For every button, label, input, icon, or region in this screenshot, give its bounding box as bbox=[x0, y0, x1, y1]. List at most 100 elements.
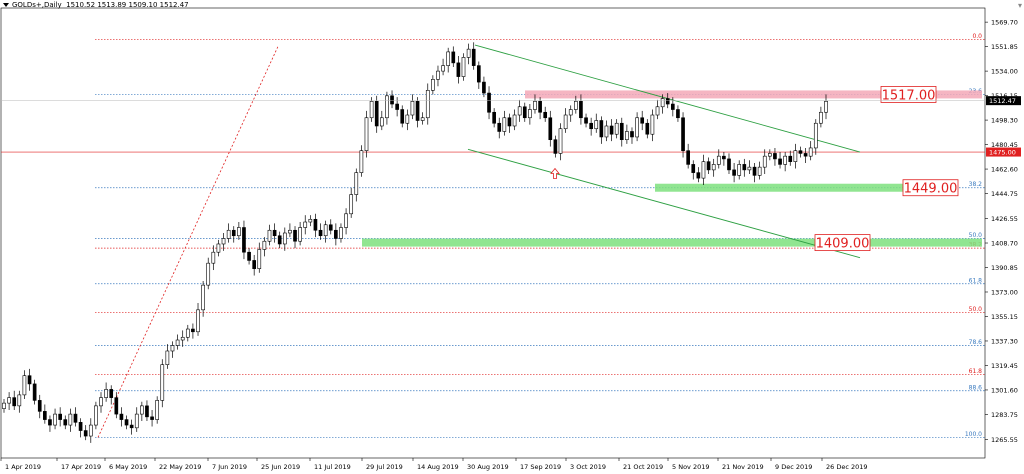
x-tick-label: 21 Oct 2019 bbox=[623, 463, 663, 471]
bearish-candle bbox=[63, 419, 68, 426]
bullish-candle bbox=[594, 120, 599, 130]
bearish-candle bbox=[482, 81, 486, 94]
bullish-candle bbox=[262, 240, 267, 250]
fib-level-label: 0.0 bbox=[972, 33, 982, 40]
bullish-candle bbox=[405, 114, 410, 124]
bullish-candle bbox=[420, 117, 425, 121]
bullish-candle bbox=[793, 150, 798, 162]
y-tick-label: 1462.60 bbox=[991, 166, 1018, 174]
bullish-candle bbox=[221, 238, 226, 245]
bearish-candle bbox=[803, 153, 808, 157]
bearish-candle bbox=[83, 430, 88, 437]
bearish-candle bbox=[32, 383, 37, 401]
bearish-candle bbox=[579, 100, 583, 119]
bullish-candle bbox=[2, 402, 6, 409]
bullish-candle bbox=[819, 111, 823, 124]
bullish-candle bbox=[339, 227, 343, 239]
x-tick-label: 29 Jul 2019 bbox=[366, 463, 403, 471]
bullish-candle bbox=[512, 114, 517, 127]
bearish-candle bbox=[374, 100, 379, 127]
bullish-candle bbox=[180, 336, 185, 341]
bullish-candle bbox=[813, 122, 818, 149]
x-tick-label: 14 Aug 2019 bbox=[417, 463, 459, 471]
price-chart[interactable]: 1569.701551.851534.001516.151498.301480.… bbox=[0, 0, 1024, 474]
bullish-candle bbox=[635, 117, 639, 138]
bullish-candle bbox=[134, 413, 139, 429]
bearish-candle bbox=[492, 111, 496, 124]
bullish-candle bbox=[768, 153, 772, 157]
bullish-candle bbox=[716, 155, 721, 165]
y-tick-label: 1337.30 bbox=[991, 337, 1018, 345]
zone-label: 1449.00 bbox=[904, 182, 958, 197]
bullish-candle bbox=[517, 106, 522, 116]
bullish-candle bbox=[824, 100, 828, 113]
up-arrow-icon bbox=[550, 167, 560, 179]
fib-level-label: 38.2 bbox=[969, 181, 983, 188]
bullish-candle bbox=[533, 100, 537, 110]
bullish-candle bbox=[757, 166, 762, 176]
bullish-candle bbox=[303, 221, 308, 228]
x-tick-label: 22 May 2019 bbox=[159, 463, 201, 471]
bearish-candle bbox=[124, 419, 129, 426]
zone-label: 1409.00 bbox=[816, 237, 870, 252]
bearish-candle bbox=[231, 229, 236, 237]
bullish-candle bbox=[558, 128, 563, 154]
bearish-candle bbox=[395, 103, 399, 110]
bearish-candle bbox=[732, 169, 736, 176]
bearish-candle bbox=[742, 164, 747, 171]
fib-level-label: 88.6 bbox=[969, 384, 983, 391]
fib-level-label: 100.0 bbox=[965, 431, 982, 438]
bearish-candle bbox=[788, 155, 793, 162]
bearish-candle bbox=[247, 251, 251, 261]
fib-level-label: 50.0 bbox=[969, 232, 983, 239]
chart-window[interactable]: GOLDs+,Daily 1510.52 1513.89 1509.10 151… bbox=[0, 0, 1024, 474]
bullish-candle bbox=[226, 229, 231, 239]
bearish-candle bbox=[277, 235, 282, 245]
y-tick-label: 1444.75 bbox=[991, 190, 1018, 198]
bearish-candle bbox=[589, 122, 593, 130]
bullish-candle bbox=[711, 164, 716, 171]
bullish-candle bbox=[410, 100, 415, 116]
bearish-candle bbox=[752, 166, 757, 176]
bullish-candle bbox=[216, 243, 221, 253]
bullish-candle bbox=[170, 345, 175, 352]
bullish-candle bbox=[201, 284, 205, 311]
bearish-candle bbox=[43, 411, 47, 420]
bearish-candle bbox=[242, 227, 246, 253]
zone-label: 1517.00 bbox=[882, 88, 936, 103]
bullish-candle bbox=[461, 57, 466, 77]
y-tick-label: 1426.55 bbox=[991, 215, 1018, 223]
bearish-candle bbox=[73, 413, 78, 423]
y-tick-label: 1373.00 bbox=[991, 288, 1018, 296]
bullish-candle bbox=[436, 70, 440, 80]
bearish-candle bbox=[252, 260, 257, 269]
bullish-candle bbox=[425, 90, 430, 119]
bullish-candle bbox=[354, 172, 359, 195]
bullish-candle bbox=[185, 328, 190, 338]
bullish-candle bbox=[7, 397, 11, 404]
x-tick-label: 25 Jun 2019 bbox=[261, 463, 300, 471]
bullish-candle bbox=[568, 109, 573, 116]
y-tick-label: 1265.55 bbox=[991, 436, 1018, 444]
bullish-candle bbox=[175, 339, 180, 346]
bearish-candle bbox=[37, 400, 42, 412]
bullish-candle bbox=[625, 131, 629, 141]
bullish-candle bbox=[94, 405, 98, 426]
bearish-candle bbox=[58, 413, 62, 420]
fib-level-label: 78.6 bbox=[969, 339, 983, 346]
bearish-candle bbox=[676, 109, 680, 119]
x-tick-label: 5 Nov 2019 bbox=[672, 463, 710, 471]
bullish-candle bbox=[762, 155, 767, 168]
bearish-candle bbox=[645, 122, 650, 135]
fib-level-label: 61.8 bbox=[969, 368, 983, 375]
bullish-candle bbox=[257, 249, 262, 269]
bearish-candle bbox=[114, 397, 119, 415]
x-tick-label: 17 Apr 2019 bbox=[61, 463, 101, 471]
bearish-candle bbox=[12, 397, 17, 407]
bearish-candle bbox=[619, 122, 624, 141]
bullish-candle bbox=[431, 79, 435, 91]
bearish-candle bbox=[722, 155, 726, 160]
bullish-candle bbox=[364, 117, 369, 151]
bearish-candle bbox=[471, 48, 476, 66]
rising-trendline bbox=[97, 46, 279, 438]
